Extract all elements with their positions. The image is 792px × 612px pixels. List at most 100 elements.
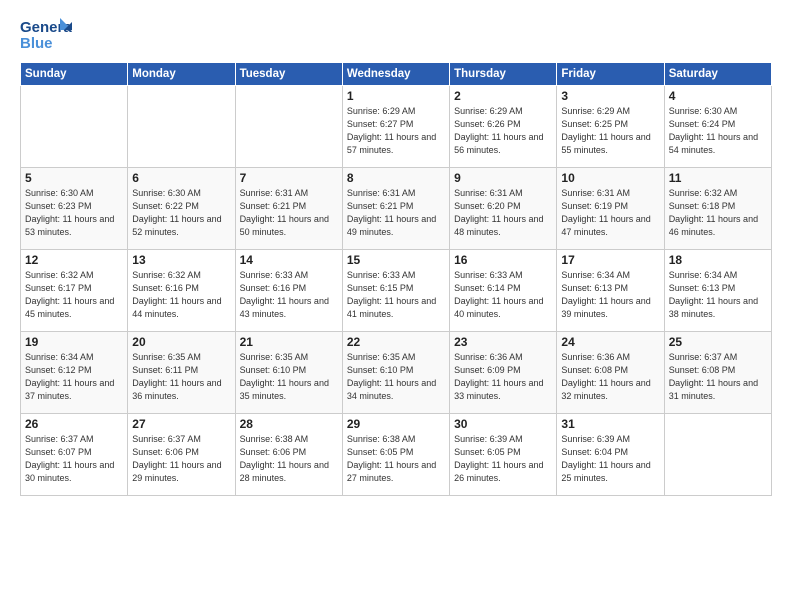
weekday-header-friday: Friday bbox=[557, 63, 664, 86]
calendar-cell: 7 Sunrise: 6:31 AMSunset: 6:21 PMDaylight… bbox=[235, 168, 342, 250]
day-number: 27 bbox=[132, 417, 230, 431]
calendar-week-row: 5 Sunrise: 6:30 AMSunset: 6:23 PMDaylight… bbox=[21, 168, 772, 250]
day-info: Sunrise: 6:37 AMSunset: 6:06 PMDaylight:… bbox=[132, 433, 230, 485]
day-number: 29 bbox=[347, 417, 445, 431]
day-number: 23 bbox=[454, 335, 552, 349]
day-info: Sunrise: 6:31 AMSunset: 6:21 PMDaylight:… bbox=[347, 187, 445, 239]
calendar-cell: 26Sunrise: 6:37 AMSunset: 6:07 PMDayligh… bbox=[21, 414, 128, 496]
weekday-header-thursday: Thursday bbox=[450, 63, 557, 86]
calendar-cell bbox=[21, 86, 128, 168]
day-info: Sunrise: 6:36 AMSunset: 6:08 PMDaylight:… bbox=[561, 351, 659, 403]
day-number: 25 bbox=[669, 335, 767, 349]
calendar-cell: 20Sunrise: 6:35 AMSunset: 6:11 PMDayligh… bbox=[128, 332, 235, 414]
calendar-cell: 29 Sunrise: 6:38 AMSunset: 6:05 PMDayligh… bbox=[342, 414, 449, 496]
calendar-cell: 10 Sunrise: 6:31 AMSunset: 6:19 PMDayligh… bbox=[557, 168, 664, 250]
day-number: 12 bbox=[25, 253, 123, 267]
calendar-cell: 31 Sunrise: 6:39 AMSunset: 6:04 PMDayligh… bbox=[557, 414, 664, 496]
day-info: Sunrise: 6:34 AMSunset: 6:13 PMDaylight:… bbox=[669, 269, 767, 321]
day-info: Sunrise: 6:38 AMSunset: 6:06 PMDaylight:… bbox=[240, 433, 338, 485]
day-number: 1 bbox=[347, 89, 445, 103]
day-number: 22 bbox=[347, 335, 445, 349]
day-info: Sunrise: 6:30 AMSunset: 6:23 PMDaylight:… bbox=[25, 187, 123, 239]
day-info: Sunrise: 6:31 AMSunset: 6:21 PMDaylight:… bbox=[240, 187, 338, 239]
weekday-header-wednesday: Wednesday bbox=[342, 63, 449, 86]
day-number: 3 bbox=[561, 89, 659, 103]
day-info: Sunrise: 6:31 AMSunset: 6:20 PMDaylight:… bbox=[454, 187, 552, 239]
weekday-header-tuesday: Tuesday bbox=[235, 63, 342, 86]
day-number: 21 bbox=[240, 335, 338, 349]
day-number: 19 bbox=[25, 335, 123, 349]
header: GeneralBlue bbox=[20, 16, 772, 54]
day-info: Sunrise: 6:29 AMSunset: 6:25 PMDaylight:… bbox=[561, 105, 659, 157]
day-number: 5 bbox=[25, 171, 123, 185]
day-info: Sunrise: 6:37 AMSunset: 6:08 PMDaylight:… bbox=[669, 351, 767, 403]
calendar-cell: 21Sunrise: 6:35 AMSunset: 6:10 PMDayligh… bbox=[235, 332, 342, 414]
day-number: 7 bbox=[240, 171, 338, 185]
day-number: 11 bbox=[669, 171, 767, 185]
logo: GeneralBlue bbox=[20, 16, 72, 54]
calendar-cell: 19 Sunrise: 6:34 AMSunset: 6:12 PMDayligh… bbox=[21, 332, 128, 414]
day-info: Sunrise: 6:37 AMSunset: 6:07 PMDaylight:… bbox=[25, 433, 123, 485]
calendar-week-row: 1 Sunrise: 6:29 AMSunset: 6:27 PMDaylight… bbox=[21, 86, 772, 168]
day-info: Sunrise: 6:32 AMSunset: 6:18 PMDaylight:… bbox=[669, 187, 767, 239]
logo-icon: GeneralBlue bbox=[20, 16, 72, 54]
calendar-week-row: 26Sunrise: 6:37 AMSunset: 6:07 PMDayligh… bbox=[21, 414, 772, 496]
day-info: Sunrise: 6:38 AMSunset: 6:05 PMDaylight:… bbox=[347, 433, 445, 485]
calendar-cell: 12 Sunrise: 6:32 AMSunset: 6:17 PMDayligh… bbox=[21, 250, 128, 332]
day-info: Sunrise: 6:29 AMSunset: 6:26 PMDaylight:… bbox=[454, 105, 552, 157]
day-info: Sunrise: 6:32 AMSunset: 6:16 PMDaylight:… bbox=[132, 269, 230, 321]
calendar-cell: 6Sunrise: 6:30 AMSunset: 6:22 PMDaylight… bbox=[128, 168, 235, 250]
calendar-cell: 22 Sunrise: 6:35 AMSunset: 6:10 PMDayligh… bbox=[342, 332, 449, 414]
day-info: Sunrise: 6:36 AMSunset: 6:09 PMDaylight:… bbox=[454, 351, 552, 403]
day-number: 15 bbox=[347, 253, 445, 267]
day-info: Sunrise: 6:31 AMSunset: 6:19 PMDaylight:… bbox=[561, 187, 659, 239]
calendar-cell: 14Sunrise: 6:33 AMSunset: 6:16 PMDayligh… bbox=[235, 250, 342, 332]
day-info: Sunrise: 6:33 AMSunset: 6:15 PMDaylight:… bbox=[347, 269, 445, 321]
page: GeneralBlue SundayMondayTuesdayWednesday… bbox=[0, 0, 792, 612]
day-info: Sunrise: 6:29 AMSunset: 6:27 PMDaylight:… bbox=[347, 105, 445, 157]
day-number: 13 bbox=[132, 253, 230, 267]
day-number: 24 bbox=[561, 335, 659, 349]
calendar-cell: 27 Sunrise: 6:37 AMSunset: 6:06 PMDayligh… bbox=[128, 414, 235, 496]
day-number: 30 bbox=[454, 417, 552, 431]
day-info: Sunrise: 6:39 AMSunset: 6:05 PMDaylight:… bbox=[454, 433, 552, 485]
day-info: Sunrise: 6:32 AMSunset: 6:17 PMDaylight:… bbox=[25, 269, 123, 321]
day-info: Sunrise: 6:30 AMSunset: 6:24 PMDaylight:… bbox=[669, 105, 767, 157]
day-number: 18 bbox=[669, 253, 767, 267]
day-number: 17 bbox=[561, 253, 659, 267]
calendar-cell: 9 Sunrise: 6:31 AMSunset: 6:20 PMDaylight… bbox=[450, 168, 557, 250]
day-info: Sunrise: 6:39 AMSunset: 6:04 PMDaylight:… bbox=[561, 433, 659, 485]
day-number: 9 bbox=[454, 171, 552, 185]
weekday-header-sunday: Sunday bbox=[21, 63, 128, 86]
svg-text:Blue: Blue bbox=[20, 35, 53, 52]
calendar-cell: 17 Sunrise: 6:34 AMSunset: 6:13 PMDayligh… bbox=[557, 250, 664, 332]
calendar-cell: 8Sunrise: 6:31 AMSunset: 6:21 PMDaylight… bbox=[342, 168, 449, 250]
day-info: Sunrise: 6:33 AMSunset: 6:14 PMDaylight:… bbox=[454, 269, 552, 321]
calendar-cell: 28 Sunrise: 6:38 AMSunset: 6:06 PMDayligh… bbox=[235, 414, 342, 496]
calendar-cell: 15 Sunrise: 6:33 AMSunset: 6:15 PMDayligh… bbox=[342, 250, 449, 332]
weekday-header-saturday: Saturday bbox=[664, 63, 771, 86]
calendar-cell: 30 Sunrise: 6:39 AMSunset: 6:05 PMDayligh… bbox=[450, 414, 557, 496]
day-number: 2 bbox=[454, 89, 552, 103]
day-number: 20 bbox=[132, 335, 230, 349]
calendar-cell: 11 Sunrise: 6:32 AMSunset: 6:18 PMDayligh… bbox=[664, 168, 771, 250]
calendar-week-row: 19 Sunrise: 6:34 AMSunset: 6:12 PMDayligh… bbox=[21, 332, 772, 414]
calendar-cell: 3 Sunrise: 6:29 AMSunset: 6:25 PMDaylight… bbox=[557, 86, 664, 168]
calendar-cell: 24 Sunrise: 6:36 AMSunset: 6:08 PMDayligh… bbox=[557, 332, 664, 414]
day-info: Sunrise: 6:34 AMSunset: 6:13 PMDaylight:… bbox=[561, 269, 659, 321]
day-number: 14 bbox=[240, 253, 338, 267]
weekday-header-monday: Monday bbox=[128, 63, 235, 86]
calendar-cell bbox=[235, 86, 342, 168]
day-info: Sunrise: 6:34 AMSunset: 6:12 PMDaylight:… bbox=[25, 351, 123, 403]
calendar-cell: 18 Sunrise: 6:34 AMSunset: 6:13 PMDayligh… bbox=[664, 250, 771, 332]
day-info: Sunrise: 6:35 AMSunset: 6:10 PMDaylight:… bbox=[347, 351, 445, 403]
calendar-cell: 5 Sunrise: 6:30 AMSunset: 6:23 PMDaylight… bbox=[21, 168, 128, 250]
day-number: 28 bbox=[240, 417, 338, 431]
day-number: 31 bbox=[561, 417, 659, 431]
calendar-cell: 16Sunrise: 6:33 AMSunset: 6:14 PMDayligh… bbox=[450, 250, 557, 332]
calendar: SundayMondayTuesdayWednesdayThursdayFrid… bbox=[20, 62, 772, 496]
calendar-week-row: 12 Sunrise: 6:32 AMSunset: 6:17 PMDayligh… bbox=[21, 250, 772, 332]
calendar-cell bbox=[664, 414, 771, 496]
calendar-cell: 4Sunrise: 6:30 AMSunset: 6:24 PMDaylight… bbox=[664, 86, 771, 168]
day-number: 10 bbox=[561, 171, 659, 185]
